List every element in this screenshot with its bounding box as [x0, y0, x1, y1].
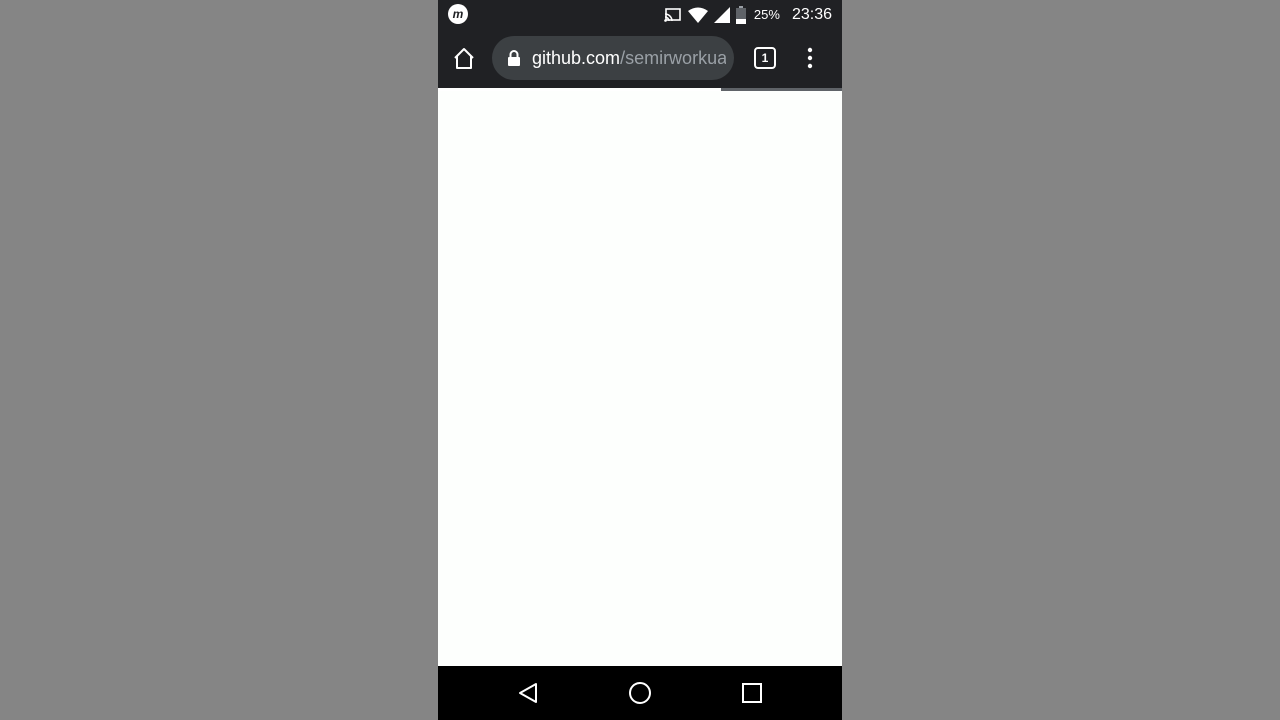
phone-screen: m 25% 23:36 github.com/semirworkua 1	[438, 0, 842, 720]
system-nav-bar	[438, 666, 842, 720]
recents-button[interactable]	[740, 681, 764, 705]
back-icon	[519, 683, 537, 703]
home-circle-icon	[629, 682, 651, 704]
back-button[interactable]	[516, 681, 540, 705]
tab-switcher-button[interactable]: 1	[754, 47, 776, 69]
recents-icon	[742, 683, 762, 703]
lock-icon	[508, 50, 520, 66]
battery-icon	[735, 5, 746, 24]
home-icon	[454, 48, 474, 69]
url-host: github.com	[532, 48, 621, 68]
web-page-content[interactable]	[438, 91, 842, 666]
home-nav-button[interactable]	[628, 681, 652, 705]
wifi-icon	[687, 7, 708, 23]
cell-signal-icon	[713, 6, 730, 23]
clock: 23:36	[791, 5, 832, 23]
app-notification-icon: m	[448, 4, 468, 24]
browser-toolbar: github.com/semirworkua 1	[438, 29, 842, 88]
status-indicators: 25% 23:36	[664, 0, 832, 29]
url-text: github.com/semirworkua	[532, 48, 726, 68]
cast-icon	[664, 7, 682, 23]
overflow-menu-button[interactable]	[800, 47, 820, 69]
overflow-menu-icon	[807, 47, 813, 69]
status-bar: m 25% 23:36	[438, 0, 842, 29]
url-path: /semirworkua	[620, 48, 726, 68]
address-bar[interactable]: github.com/semirworkua	[492, 36, 734, 80]
home-button[interactable]	[450, 45, 478, 73]
battery-percent: 25%	[753, 7, 780, 22]
